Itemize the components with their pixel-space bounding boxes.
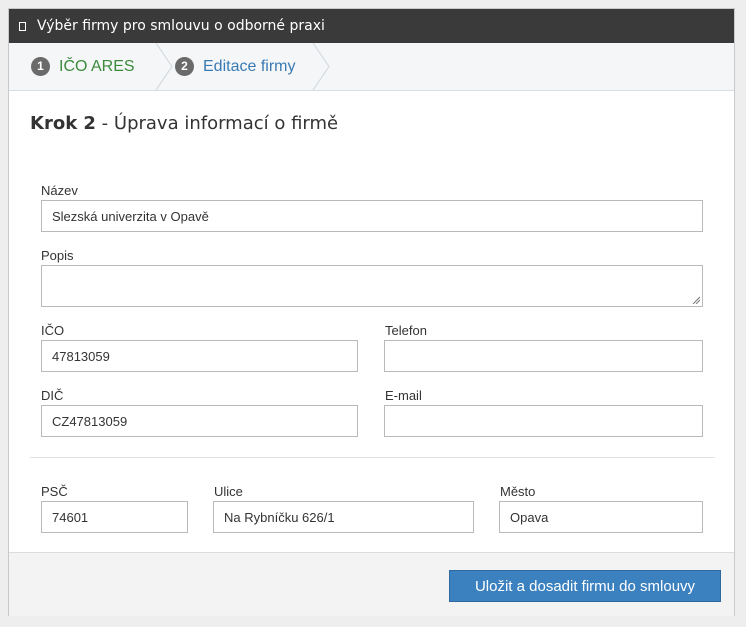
save-and-assign-button[interactable]: Uložit a dosadit firmu do smlouvy (449, 570, 721, 602)
zip-label: PSČ (41, 484, 68, 499)
step-ico-ares[interactable]: 1 IČO ARES (31, 43, 135, 90)
name-input[interactable]: Slezská univerzita v Opavě (41, 200, 703, 232)
zip-input[interactable]: 74601 (41, 501, 188, 533)
resize-handle-icon[interactable] (692, 296, 700, 304)
step-heading-strong: Krok 2 (30, 113, 96, 134)
dialog-footer: Uložit a dosadit firmu do smlouvy (9, 552, 734, 616)
step-editace-firmy[interactable]: 2 Editace firmy (175, 43, 295, 90)
company-select-dialog: Výběr firmy pro smlouvu o odborné praxi … (8, 8, 735, 616)
step-separator-icon (312, 43, 330, 90)
phone-label: Telefon (385, 323, 427, 338)
phone-input[interactable] (384, 340, 703, 372)
step-heading-rest: - Úprava informací o firmě (95, 113, 339, 134)
step-separator-icon (155, 43, 173, 90)
step-label: IČO ARES (59, 57, 135, 75)
step-number: 2 (175, 57, 194, 76)
dialog-title: Výběr firmy pro smlouvu o odborné praxi (37, 18, 325, 34)
ico-input[interactable]: 47813059 (41, 340, 358, 372)
city-value: Opava (510, 509, 549, 525)
email-input[interactable] (384, 405, 703, 437)
name-value: Slezská univerzita v Opavě (52, 208, 209, 224)
section-divider (30, 457, 715, 458)
street-value: Na Rybníčku 626/1 (224, 509, 335, 525)
dic-input[interactable]: CZ47813059 (41, 405, 358, 437)
ico-label: IČO (41, 323, 65, 338)
step-label: Editace firmy (203, 57, 296, 75)
dic-label: DIČ (41, 388, 64, 403)
page-title: Krok 2 - Úprava informací o firmě (30, 113, 338, 134)
city-label: Město (500, 484, 536, 499)
dic-value: CZ47813059 (52, 413, 128, 429)
street-label: Ulice (214, 484, 243, 499)
window-icon (19, 21, 26, 31)
description-textarea[interactable] (41, 265, 703, 307)
description-label: Popis (41, 248, 74, 263)
zip-value: 74601 (52, 509, 89, 525)
name-label: Název (41, 183, 78, 198)
street-input[interactable]: Na Rybníčku 626/1 (213, 501, 474, 533)
email-label: E-mail (385, 388, 422, 403)
dialog-titlebar: Výběr firmy pro smlouvu o odborné praxi (9, 9, 734, 43)
step-number: 1 (31, 57, 50, 76)
ico-value: 47813059 (52, 348, 110, 364)
wizard-steps: 1 IČO ARES 2 Editace firmy (9, 43, 734, 91)
city-input[interactable]: Opava (499, 501, 703, 533)
